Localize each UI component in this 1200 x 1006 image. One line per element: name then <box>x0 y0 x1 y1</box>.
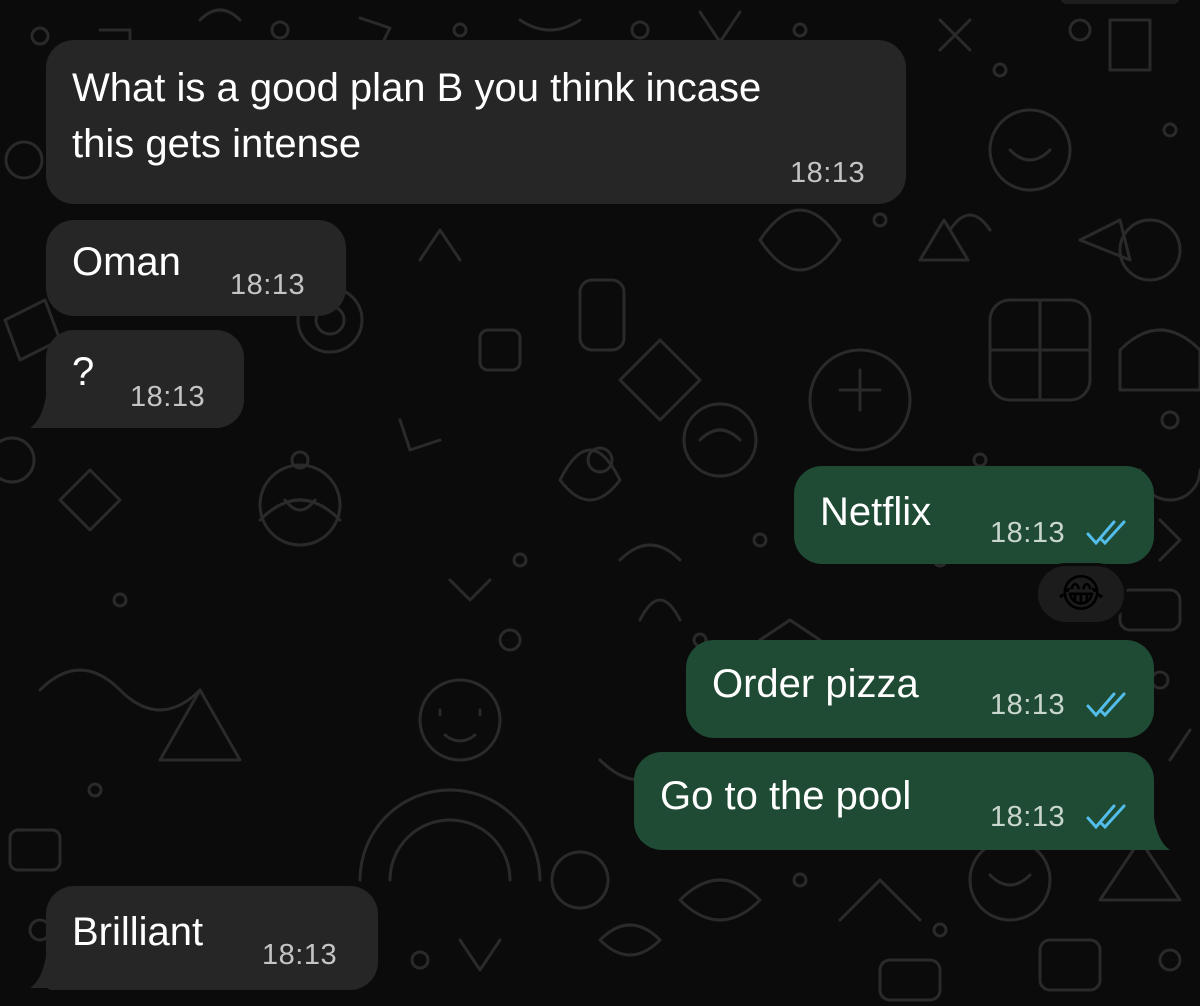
message-text: Brilliant <box>72 910 204 954</box>
double-check-read-icon <box>1086 692 1126 718</box>
message-timestamp: 18:13 <box>790 157 866 189</box>
message-text: ? <box>72 350 95 394</box>
bubble-tail <box>1134 818 1170 850</box>
message-text: Oman <box>72 240 181 284</box>
message-timestamp: 18:13 <box>230 269 306 301</box>
message-bubble-outgoing[interactable]: Netflix 18:13 <box>794 466 1154 564</box>
partial-message-edge <box>1060 0 1180 4</box>
message-bubble-outgoing[interactable]: Go to the pool 18:13 <box>634 752 1154 850</box>
reaction-badge[interactable]: 😂 <box>1035 563 1127 625</box>
message-timestamp: 18:13 <box>990 801 1066 833</box>
message-bubble-outgoing[interactable]: Order pizza 18:13 <box>686 640 1154 738</box>
double-check-read-icon <box>1086 520 1126 546</box>
message-timestamp: 18:13 <box>262 939 338 971</box>
message-bubble-incoming[interactable]: What is a good plan B you think incase t… <box>46 40 906 204</box>
message-timestamp: 18:13 <box>130 381 206 413</box>
message-text: Netflix <box>820 490 932 534</box>
message-timestamp: 18:13 <box>990 517 1066 549</box>
message-bubble-incoming[interactable]: ? 18:13 <box>46 330 244 428</box>
bubble-tail <box>30 396 66 428</box>
message-text: Go to the pool <box>660 774 912 818</box>
message-bubble-incoming[interactable]: Brilliant 18:13 <box>46 886 378 990</box>
message-text: What is a good plan B you think incase t… <box>72 66 762 166</box>
message-timestamp: 18:13 <box>990 689 1066 721</box>
double-check-read-icon <box>1086 804 1126 830</box>
bubble-tail <box>30 956 66 988</box>
message-text: Order pizza <box>712 662 919 706</box>
message-bubble-incoming[interactable]: Oman 18:13 <box>46 220 346 316</box>
